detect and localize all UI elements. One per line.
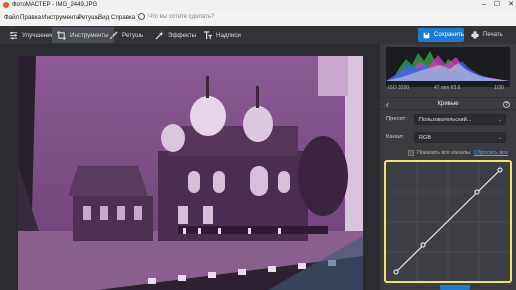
curve-point-highlights[interactable] [474, 189, 480, 195]
tab-retouch[interactable]: Ретушь [104, 27, 148, 43]
window-title: ФотоМАСТЕР - IMG_2449.JPG [12, 2, 98, 8]
tab-effects[interactable]: Эффекты [150, 27, 201, 43]
lens-readout: 47 mm f/3.6 [434, 85, 461, 91]
print-label: Печать [483, 32, 503, 38]
shutter-readout: 1/30 [494, 85, 504, 91]
curves-title: Кривые [437, 101, 459, 107]
text-icon [203, 30, 212, 39]
curves-editor[interactable] [384, 160, 512, 283]
menu-help[interactable]: Справка [111, 14, 135, 21]
histogram-graph [386, 51, 510, 81]
print-button[interactable]: Печать [468, 28, 514, 42]
preset-select[interactable]: Пользовательский... ⌄ [414, 114, 506, 125]
tab-label: Инструменты [70, 31, 109, 39]
curves-header: ‹ Кривые ? [380, 97, 516, 110]
magic-wand-icon [155, 30, 164, 40]
tab-label: Ретушь [122, 31, 144, 39]
photo-canvas[interactable] [0, 44, 380, 290]
chevron-down-icon: ⌄ [497, 117, 502, 123]
sliders-icon [9, 31, 18, 39]
search-placeholder: Что вы хотите сделать? [148, 14, 215, 20]
menu-edit[interactable]: Правка [20, 14, 41, 21]
close-button[interactable]: ✕ [508, 0, 514, 10]
window-controls: – ☐ ✕ [482, 0, 514, 10]
menu-bar: Файл Правка Инструменты Ретушь Вид Справ… [0, 10, 516, 26]
save-button[interactable]: Сохранить [418, 28, 464, 42]
minimize-button[interactable]: – [482, 0, 486, 10]
main-toolbar: Улучшения Инструменты Ретушь Эффекты Над… [0, 26, 516, 44]
menu-tools[interactable]: Инструменты [42, 14, 81, 21]
church-photo-image [18, 56, 363, 290]
maximize-button[interactable]: ☐ [494, 0, 500, 10]
channel-value: RGB [419, 135, 432, 141]
channel-label: Канал: [386, 134, 405, 140]
save-label: Сохранить [434, 32, 464, 38]
preset-label: Пресет: [386, 116, 407, 122]
tab-label: Улучшения [22, 31, 55, 39]
crop-icon [57, 30, 66, 40]
brush-icon [109, 30, 118, 39]
curve-point-black[interactable] [393, 269, 399, 275]
app-logo-icon [3, 2, 9, 8]
right-panel: ISO 3200 47 mm f/3.6 1/30 ‹ Кривые ? Пре… [380, 44, 516, 290]
histogram: ISO 3200 47 mm f/3.6 1/30 [386, 47, 510, 91]
channel-select[interactable]: RGB ⌄ [414, 132, 506, 143]
printer-icon [471, 31, 479, 39]
tab-label: Эффекты [168, 31, 197, 39]
tab-text[interactable]: Надписи [198, 27, 246, 43]
chevron-down-icon: ⌄ [497, 135, 502, 141]
show-all-channels-label: Показать все каналы [417, 150, 470, 156]
show-all-channels-checkbox[interactable] [408, 150, 414, 156]
iso-readout: ISO 3200 [388, 85, 410, 91]
back-chevron-icon[interactable]: ‹ [386, 98, 389, 111]
menu-file[interactable]: Файл [4, 14, 19, 21]
tab-label: Надписи [216, 31, 241, 39]
menu-view[interactable]: Вид [98, 14, 109, 21]
apply-button-edge[interactable] [440, 285, 470, 290]
search-icon [138, 13, 145, 20]
reset-all-link[interactable]: Сбросить все [474, 150, 508, 156]
menu-retouch[interactable]: Ретушь [78, 14, 99, 21]
curve-point-white[interactable] [497, 167, 503, 173]
command-search[interactable]: Что вы хотите сделать? [138, 13, 248, 23]
curve-graph[interactable] [386, 162, 510, 281]
photo-preview[interactable] [18, 56, 363, 290]
curve-point-shadows[interactable] [420, 242, 426, 248]
show-all-channels-row[interactable]: Показать все каналы [408, 150, 470, 156]
save-icon [423, 32, 430, 38]
help-icon[interactable]: ? [503, 101, 510, 108]
tab-enhancements[interactable]: Улучшения [4, 27, 59, 43]
title-bar: ФотоМАСТЕР - IMG_2449.JPG – ☐ ✕ [0, 0, 516, 10]
preset-value: Пользовательский... [419, 117, 472, 123]
